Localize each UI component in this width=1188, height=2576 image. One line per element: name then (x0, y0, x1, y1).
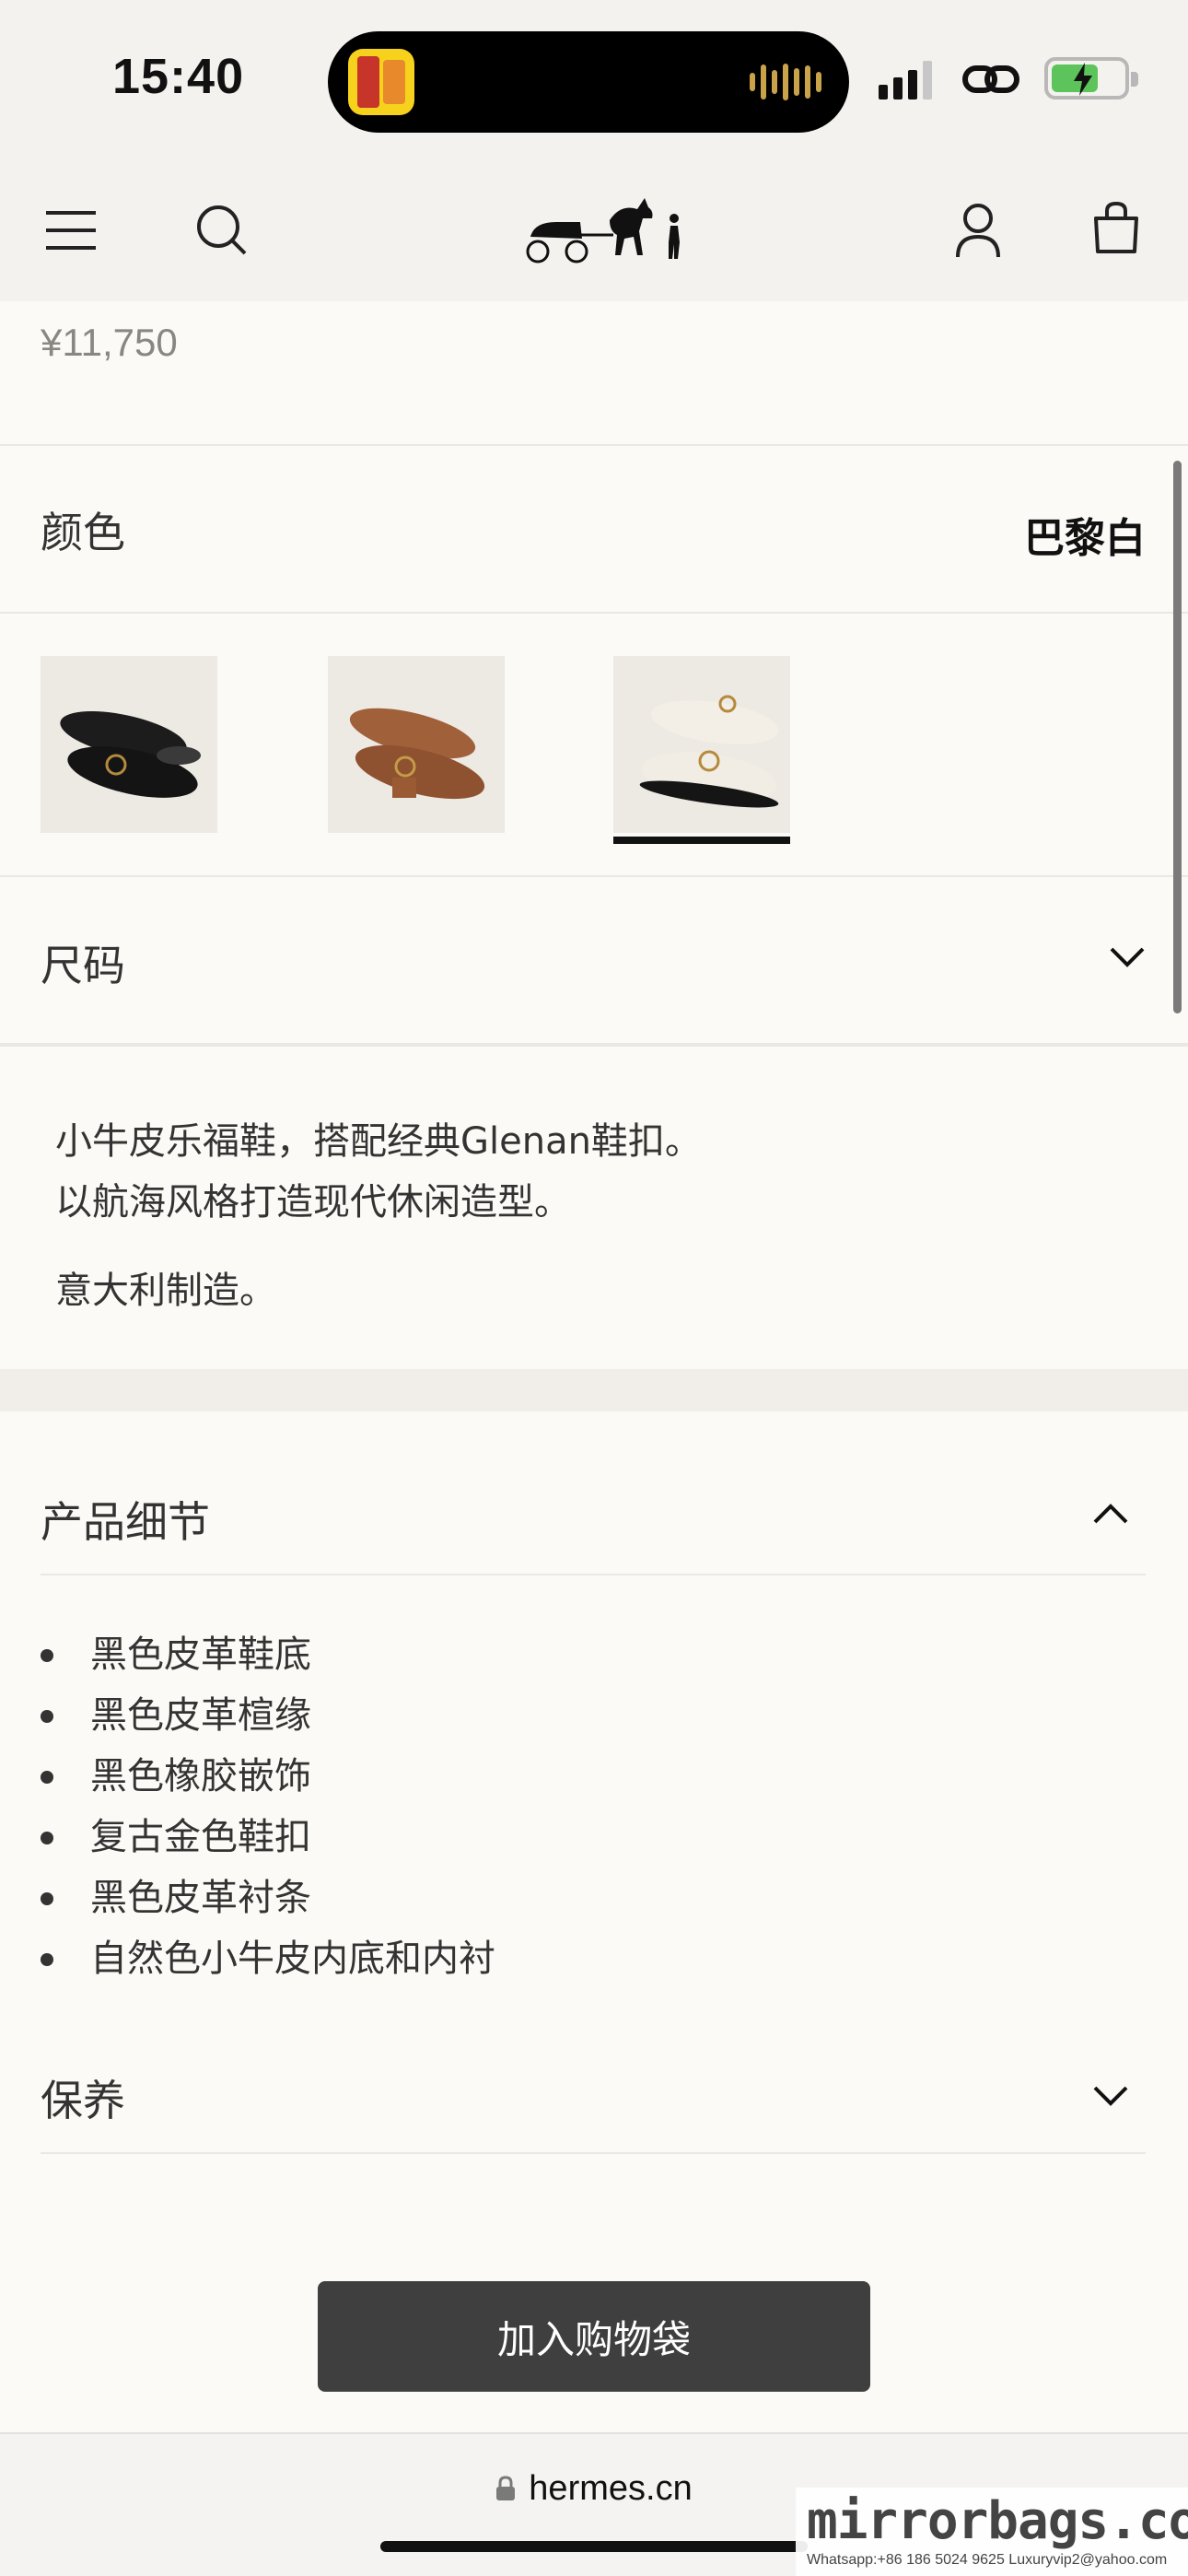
product-details-header[interactable]: 产品细节 (41, 1489, 210, 1550)
product-description-line: 小牛皮乐福鞋，搭配经典Glenan鞋扣。 (55, 1120, 702, 1163)
detail-item: 黑色橡胶嵌饰 (41, 1749, 495, 1809)
dynamic-island[interactable] (328, 31, 849, 133)
divider (0, 1043, 1188, 1047)
detail-item: 黑色皮革鞋底 (41, 1627, 495, 1688)
watermark-brand: mirrorbags.com (807, 2491, 1188, 2551)
size-selector-label[interactable]: 尺码 (41, 932, 125, 993)
watermark: mirrorbags.com Whatsapp:+86 186 5024 962… (796, 2488, 1188, 2576)
divider (41, 1574, 1146, 1575)
color-swatch-black[interactable] (41, 656, 217, 833)
detail-item: 自然色小牛皮内底和内衬 (41, 1931, 495, 1992)
shopping-bag-icon[interactable] (1092, 200, 1140, 255)
detail-item: 黑色皮革楦缘 (41, 1688, 495, 1749)
care-header[interactable]: 保养 (41, 2067, 125, 2128)
product-price: ¥11,750 (41, 321, 178, 364)
battery-charging-icon (1044, 57, 1138, 100)
live-activity-app-icon[interactable] (348, 49, 414, 115)
divider (0, 444, 1188, 446)
color-swatch-brown[interactable] (328, 656, 505, 833)
lock-icon (496, 2476, 516, 2500)
selected-color-value: 巴黎白 (1024, 515, 1146, 562)
search-icon[interactable] (195, 204, 249, 257)
selected-swatch-indicator (613, 837, 790, 844)
divider (41, 2152, 1146, 2154)
site-header (0, 161, 1188, 301)
add-to-bag-button[interactable]: 加入购物袋 (318, 2281, 870, 2392)
divider (0, 875, 1188, 877)
status-bar: 15:40 (0, 0, 1188, 161)
made-in-text: 意大利制造。 (55, 1270, 276, 1312)
care-chevron-down-icon[interactable] (1092, 2084, 1129, 2108)
product-details-list: 黑色皮革鞋底 黑色皮革楦缘 黑色橡胶嵌饰 复古金色鞋扣 黑色皮革衬条 自然色小牛… (41, 1627, 495, 1992)
hermes-carriage-logo[interactable] (525, 191, 691, 264)
section-separator (0, 1369, 1188, 1411)
watermark-contact: Whatsapp:+86 186 5024 9625 Luxuryvip2@ya… (807, 2552, 1168, 2568)
size-chevron-down-icon[interactable] (1109, 945, 1146, 969)
details-chevron-up-icon[interactable] (1092, 1502, 1129, 1526)
cellular-signal-icon (879, 61, 932, 100)
home-indicator[interactable] (380, 2541, 808, 2552)
status-time: 15:40 (112, 49, 245, 104)
url-text: hermes.cn (529, 2469, 693, 2508)
divider (0, 612, 1188, 614)
detail-item: 黑色皮革衬条 (41, 1870, 495, 1931)
color-swatch-white[interactable] (613, 656, 790, 833)
color-label: 颜色 (41, 508, 125, 557)
audio-waveform-icon (750, 63, 821, 101)
account-icon[interactable] (954, 202, 1002, 259)
detail-item: 复古金色鞋扣 (41, 1809, 495, 1870)
scrollbar[interactable] (1173, 461, 1182, 1013)
product-description-line: 以航海风格打造现代休闲造型。 (55, 1181, 571, 1224)
menu-icon[interactable] (46, 209, 98, 252)
link-icon (962, 65, 1019, 93)
